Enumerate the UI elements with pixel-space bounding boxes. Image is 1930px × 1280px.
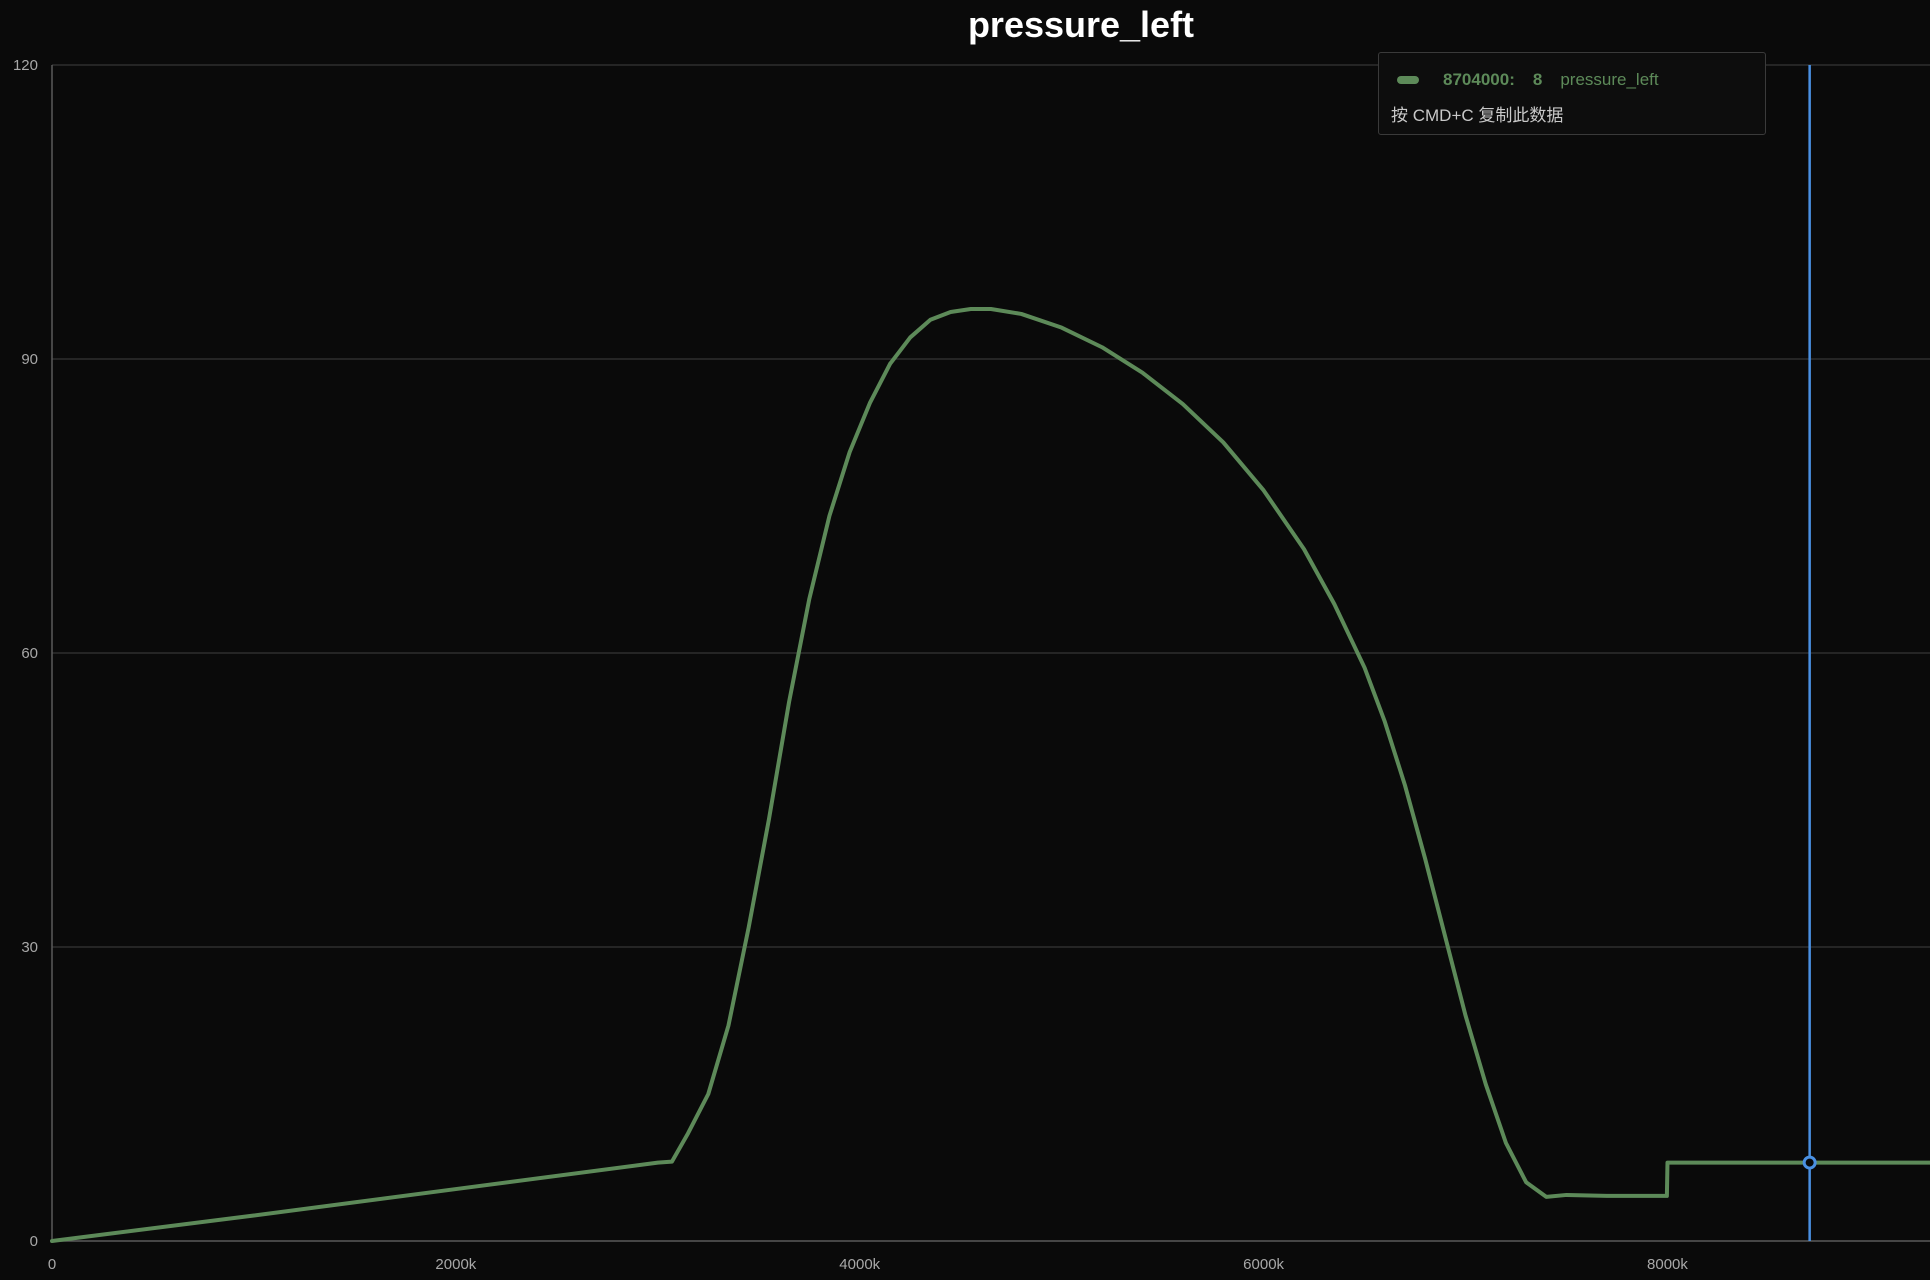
x-tick-label-2000k: 2000k [435, 1256, 476, 1273]
data-tooltip: 8704000: 8 pressure_left 按 CMD+C 复制此数据 [1378, 52, 1766, 135]
y-tick-label-90: 90 [21, 351, 38, 368]
chart: pressure_left 0 30 60 90 120 0 2000k 4000k 6000k… [0, 0, 1930, 1280]
series-swatch [1397, 76, 1419, 84]
cursor-point[interactable] [1802, 1155, 1817, 1170]
tooltip-y-value: 8 [1532, 70, 1543, 89]
chart-title: pressure_left [968, 4, 1194, 45]
y-tick-label-30: 30 [21, 939, 38, 956]
x-tick-label-0: 0 [48, 1256, 56, 1273]
y-tick-label-120: 120 [13, 57, 38, 74]
y-tick-label-60: 60 [21, 645, 38, 662]
x-tick-label-4000k: 4000k [839, 1256, 880, 1273]
tooltip-x-value: 8704000 [1443, 70, 1510, 89]
tooltip-separator: : [1509, 70, 1515, 89]
tooltip-copy-hint: 按 CMD+C 复制此数据 [1391, 106, 1564, 125]
y-tick-label-0: 0 [30, 1233, 38, 1250]
chart-background [0, 0, 1930, 1280]
tooltip-row: 8704000: 8 pressure_left [1397, 68, 1659, 92]
x-tick-label-8000k: 8000k [1647, 1256, 1688, 1273]
x-tick-label-6000k: 6000k [1243, 1256, 1284, 1273]
tooltip-series-name: pressure_left [1560, 70, 1659, 89]
